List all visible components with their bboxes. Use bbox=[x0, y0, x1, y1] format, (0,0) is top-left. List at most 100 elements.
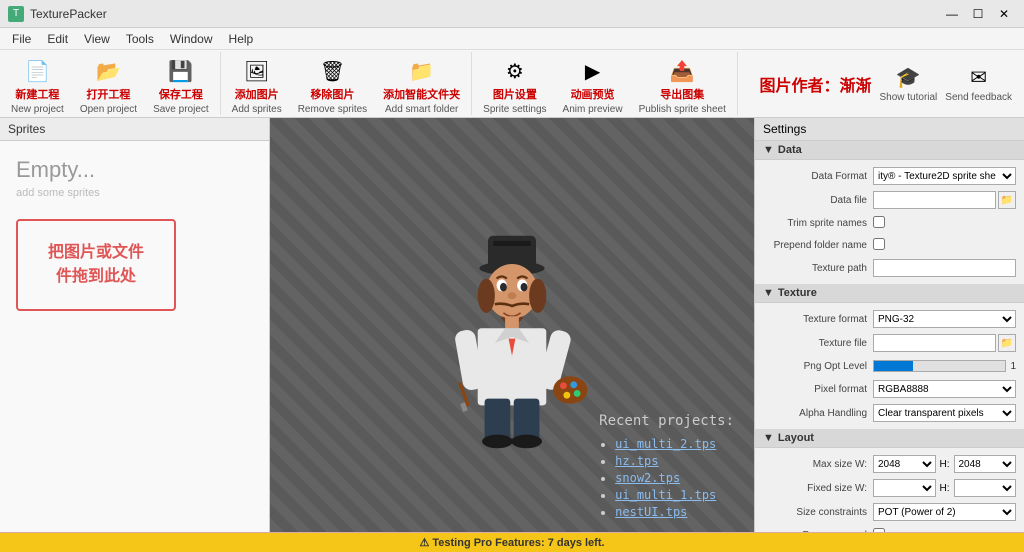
force-squared-label: Force squared bbox=[763, 530, 873, 533]
texture-path-label: Texture path bbox=[763, 263, 873, 274]
new-project-cn-label: 新建工程 bbox=[15, 86, 59, 102]
png-opt-row: Png Opt Level 1 bbox=[755, 355, 1024, 377]
size-constraints-control: POT (Power of 2) bbox=[873, 503, 1016, 521]
empty-text: Empty... bbox=[16, 157, 95, 183]
pixel-format-select[interactable]: RGBA8888 bbox=[873, 380, 1016, 398]
title-bar: T TexturePacker — ☐ ✕ bbox=[0, 0, 1024, 28]
toolbar-settings-group: ⚙ 图片设置 Sprite settings ▶ 动画预览 Anim previ… bbox=[472, 52, 738, 115]
max-size-w-select[interactable]: 2048 bbox=[873, 455, 936, 473]
trim-sprite-control bbox=[873, 216, 1016, 231]
add-sprites-button[interactable]: 🖼 添加图片 Add sprites bbox=[225, 54, 289, 114]
menu-edit[interactable]: Edit bbox=[39, 30, 76, 48]
send-feedback-button[interactable]: ✉ Send feedback bbox=[945, 65, 1012, 103]
remove-sprites-cn-label: 移除图片 bbox=[310, 86, 354, 102]
size-constraints-label: Size constraints bbox=[763, 507, 873, 518]
recent-project-1[interactable]: hz.tps bbox=[615, 454, 658, 468]
status-bar: ⚠ Testing Pro Features: 7 days left. bbox=[0, 532, 1024, 552]
menu-tools[interactable]: Tools bbox=[118, 30, 162, 48]
save-project-icon: 💾 bbox=[165, 59, 197, 84]
max-size-label: Max size W: bbox=[763, 459, 873, 470]
fixed-size-label: Fixed size W: bbox=[763, 483, 873, 494]
layout-section-header[interactable]: ▼ Layout bbox=[755, 429, 1024, 448]
remove-sprites-button[interactable]: 🗑 移除图片 Remove sprites bbox=[291, 54, 374, 114]
left-panel: Sprites Empty... add some sprites 把图片或文件… bbox=[0, 118, 270, 532]
data-file-browse-button[interactable]: 📁 bbox=[998, 191, 1016, 209]
add-smart-folder-button[interactable]: 📁 添加智能文件夹 Add smart folder bbox=[376, 54, 467, 114]
menu-window[interactable]: Window bbox=[162, 30, 221, 48]
right-panel: Settings ▼ Data Data Format ity® - Textu… bbox=[754, 118, 1024, 532]
texture-file-label: Texture file bbox=[763, 338, 873, 349]
publish-en-label: Publish sprite sheet bbox=[639, 104, 726, 115]
minimize-button[interactable]: — bbox=[940, 4, 964, 24]
max-size-h-select[interactable]: 2048 bbox=[954, 455, 1017, 473]
sprites-header: Sprites bbox=[0, 118, 269, 141]
texture-format-select[interactable]: PNG-32 bbox=[873, 310, 1016, 328]
data-format-select[interactable]: ity® - Texture2D sprite she bbox=[873, 167, 1016, 185]
toolbar: 📄 新建工程 New project 📂 打开工程 Open project 💾… bbox=[0, 50, 1024, 118]
menu-file[interactable]: File bbox=[4, 30, 39, 48]
menu-help[interactable]: Help bbox=[221, 30, 262, 48]
recent-project-3[interactable]: ui_multi_1.tps bbox=[615, 488, 716, 502]
add-smart-folder-cn-label: 添加智能文件夹 bbox=[383, 86, 460, 102]
show-tutorial-button[interactable]: 🎓 Show tutorial bbox=[879, 65, 937, 103]
status-text: ⚠ Testing Pro Features: 7 days left. bbox=[419, 536, 604, 549]
sprites-label: Sprites bbox=[8, 122, 45, 136]
sprite-settings-button[interactable]: ⚙ 图片设置 Sprite settings bbox=[476, 54, 553, 114]
layout-section-content: Max size W: 2048 H: 2048 Fixed size W: H… bbox=[755, 448, 1024, 532]
new-project-icon: 📄 bbox=[21, 59, 53, 84]
size-constraints-select[interactable]: POT (Power of 2) bbox=[873, 503, 1016, 521]
sprite-settings-icon: ⚙ bbox=[499, 59, 531, 84]
new-project-en-label: New project bbox=[11, 104, 64, 115]
max-size-control: 2048 H: 2048 bbox=[873, 455, 1016, 473]
add-hint: add some sprites bbox=[16, 187, 100, 199]
save-project-button[interactable]: 💾 保存工程 Save project bbox=[146, 54, 216, 114]
alpha-handling-select[interactable]: Clear transparent pixels bbox=[873, 404, 1016, 422]
data-format-label: Data Format bbox=[763, 171, 873, 182]
force-squared-checkbox[interactable] bbox=[873, 528, 885, 533]
png-opt-label: Png Opt Level bbox=[763, 361, 873, 372]
texture-file-input[interactable] bbox=[873, 334, 996, 352]
author-title-text: 图片作者：渐渐 bbox=[759, 72, 871, 96]
fixed-size-h-select[interactable] bbox=[954, 479, 1017, 497]
drop-zone-text: 把图片或文件件拖到此处 bbox=[48, 244, 144, 285]
data-format-control: ity® - Texture2D sprite she bbox=[873, 167, 1016, 185]
maximize-button[interactable]: ☐ bbox=[966, 4, 990, 24]
anim-preview-cn-label: 动画预览 bbox=[571, 86, 615, 102]
toolbar-sprites-group: 🖼 添加图片 Add sprites 🗑 移除图片 Remove sprites… bbox=[221, 52, 473, 115]
fixed-size-control: H: bbox=[873, 479, 1016, 497]
open-project-icon: 📂 bbox=[92, 59, 124, 84]
fixed-size-h-label: H: bbox=[938, 483, 952, 494]
texture-path-control bbox=[873, 259, 1016, 277]
data-file-row: Data file 📁 bbox=[755, 188, 1024, 212]
data-file-input[interactable] bbox=[873, 191, 996, 209]
trim-sprite-checkbox[interactable] bbox=[873, 216, 885, 228]
texture-path-input[interactable] bbox=[873, 259, 1016, 277]
publish-button[interactable]: 📤 导出图集 Publish sprite sheet bbox=[632, 54, 733, 114]
alpha-handling-control: Clear transparent pixels bbox=[873, 404, 1016, 422]
png-opt-progress[interactable] bbox=[873, 360, 1006, 372]
recent-project-2[interactable]: snow2.tps bbox=[615, 471, 680, 485]
new-project-button[interactable]: 📄 新建工程 New project bbox=[4, 54, 71, 114]
data-section-header[interactable]: ▼ Data bbox=[755, 141, 1024, 160]
publish-icon: 📤 bbox=[666, 59, 698, 84]
texture-file-browse-button[interactable]: 📁 bbox=[998, 334, 1016, 352]
recent-project-4[interactable]: nestUI.tps bbox=[615, 505, 687, 519]
menu-view[interactable]: View bbox=[76, 30, 118, 48]
trim-sprite-label: Trim sprite names bbox=[763, 218, 873, 229]
data-file-label: Data file bbox=[763, 195, 873, 206]
texture-section-header[interactable]: ▼ Texture bbox=[755, 284, 1024, 303]
sprites-content: Empty... add some sprites 把图片或文件件拖到此处 bbox=[0, 141, 269, 532]
author-title: 图片作者：渐渐 bbox=[759, 72, 871, 96]
png-opt-control: 1 bbox=[873, 360, 1016, 372]
texture-format-control: PNG-32 bbox=[873, 310, 1016, 328]
close-button[interactable]: ✕ bbox=[992, 4, 1016, 24]
data-section-content: Data Format ity® - Texture2D sprite she … bbox=[755, 160, 1024, 284]
trim-sprite-row: Trim sprite names bbox=[755, 212, 1024, 234]
prepend-folder-row: Prepend folder name bbox=[755, 234, 1024, 256]
anim-preview-button[interactable]: ▶ 动画预览 Anim preview bbox=[556, 54, 630, 114]
recent-project-0[interactable]: ui_multi_2.tps bbox=[615, 437, 716, 451]
drop-zone[interactable]: 把图片或文件件拖到此处 bbox=[16, 219, 176, 311]
open-project-button[interactable]: 📂 打开工程 Open project bbox=[73, 54, 144, 114]
prepend-folder-checkbox[interactable] bbox=[873, 238, 885, 250]
fixed-size-w-select[interactable] bbox=[873, 479, 936, 497]
